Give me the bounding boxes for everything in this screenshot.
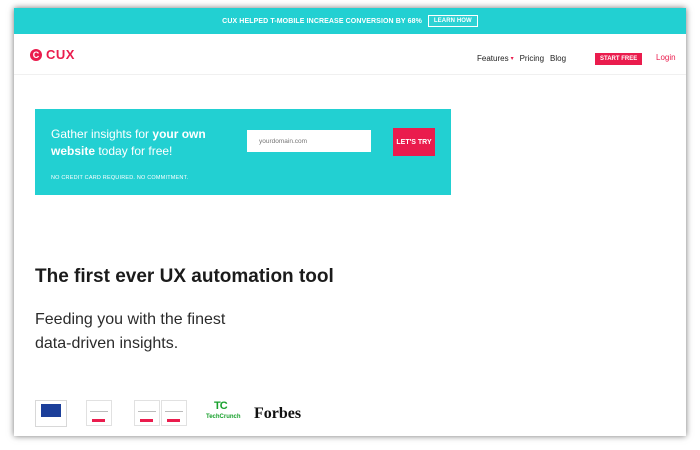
- nav-item-blog[interactable]: Blog: [550, 54, 566, 63]
- nav-item-label: Features: [477, 54, 509, 63]
- page-subtitle: Feeding you with the finest data-driven …: [35, 308, 355, 356]
- techcrunch-text: TechCrunch: [206, 414, 241, 420]
- page-title: The first ever UX automation tool: [35, 266, 334, 287]
- promo-bar: CUX HELPED T-MOBILE INCREASE CONVERSION …: [14, 8, 686, 34]
- eu-funding-badge: [35, 400, 67, 427]
- cux-logo[interactable]: C CUX: [30, 47, 75, 62]
- badge-divider: [165, 411, 183, 412]
- badge-divider: [90, 411, 108, 412]
- lets-try-button[interactable]: LET'S TRY: [393, 128, 435, 156]
- domain-input[interactable]: [247, 130, 371, 152]
- badge-ribbon-icon: [140, 419, 153, 422]
- banner-text-part: today for free!: [95, 144, 173, 158]
- award-badge: [86, 400, 112, 426]
- nav-item-features[interactable]: Features ▾: [477, 54, 514, 63]
- banner-text-bold: your own: [152, 127, 206, 141]
- eu-flag-icon: [41, 404, 61, 417]
- techcrunch-logo: TC TechCrunch: [206, 400, 246, 426]
- nav-links: Features ▾ Pricing Blog: [477, 54, 566, 63]
- badge-divider: [138, 411, 156, 412]
- logo-icon: C: [30, 48, 42, 61]
- start-free-button[interactable]: START FREE: [595, 53, 643, 65]
- press-badges: TC TechCrunch Forbes: [34, 400, 454, 430]
- subtitle-line: data-driven insights.: [35, 335, 179, 352]
- techcrunch-icon: TC: [214, 400, 228, 412]
- banner-text-bold: website: [51, 144, 96, 158]
- badge-ribbon-icon: [167, 419, 180, 422]
- main-nav: C CUX Features ▾ Pricing Blog START FREE…: [14, 34, 686, 75]
- signup-banner: Gather insights for your own website tod…: [35, 109, 451, 195]
- badge-ribbon-icon: [92, 419, 105, 422]
- banner-note: NO CREDIT CARD REQUIRED. NO COMMITMENT.: [51, 175, 189, 181]
- subtitle-line: Feeding you with the finest: [35, 311, 226, 328]
- learn-how-button[interactable]: LEARN HOW: [427, 15, 478, 27]
- logo-text: CUX: [46, 47, 75, 62]
- award-badge: [161, 400, 187, 426]
- page-frame: CUX HELPED T-MOBILE INCREASE CONVERSION …: [14, 8, 686, 436]
- forbes-logo: Forbes: [254, 405, 302, 422]
- chevron-down-icon: ▾: [510, 56, 514, 62]
- nav-item-pricing[interactable]: Pricing: [520, 54, 544, 63]
- promo-text: CUX HELPED T-MOBILE INCREASE CONVERSION …: [222, 17, 422, 25]
- login-link[interactable]: Login: [656, 53, 676, 62]
- banner-heading: Gather insights for your own website tod…: [51, 126, 241, 160]
- award-badge: [134, 400, 160, 426]
- banner-text-part: Gather insights for: [51, 127, 153, 141]
